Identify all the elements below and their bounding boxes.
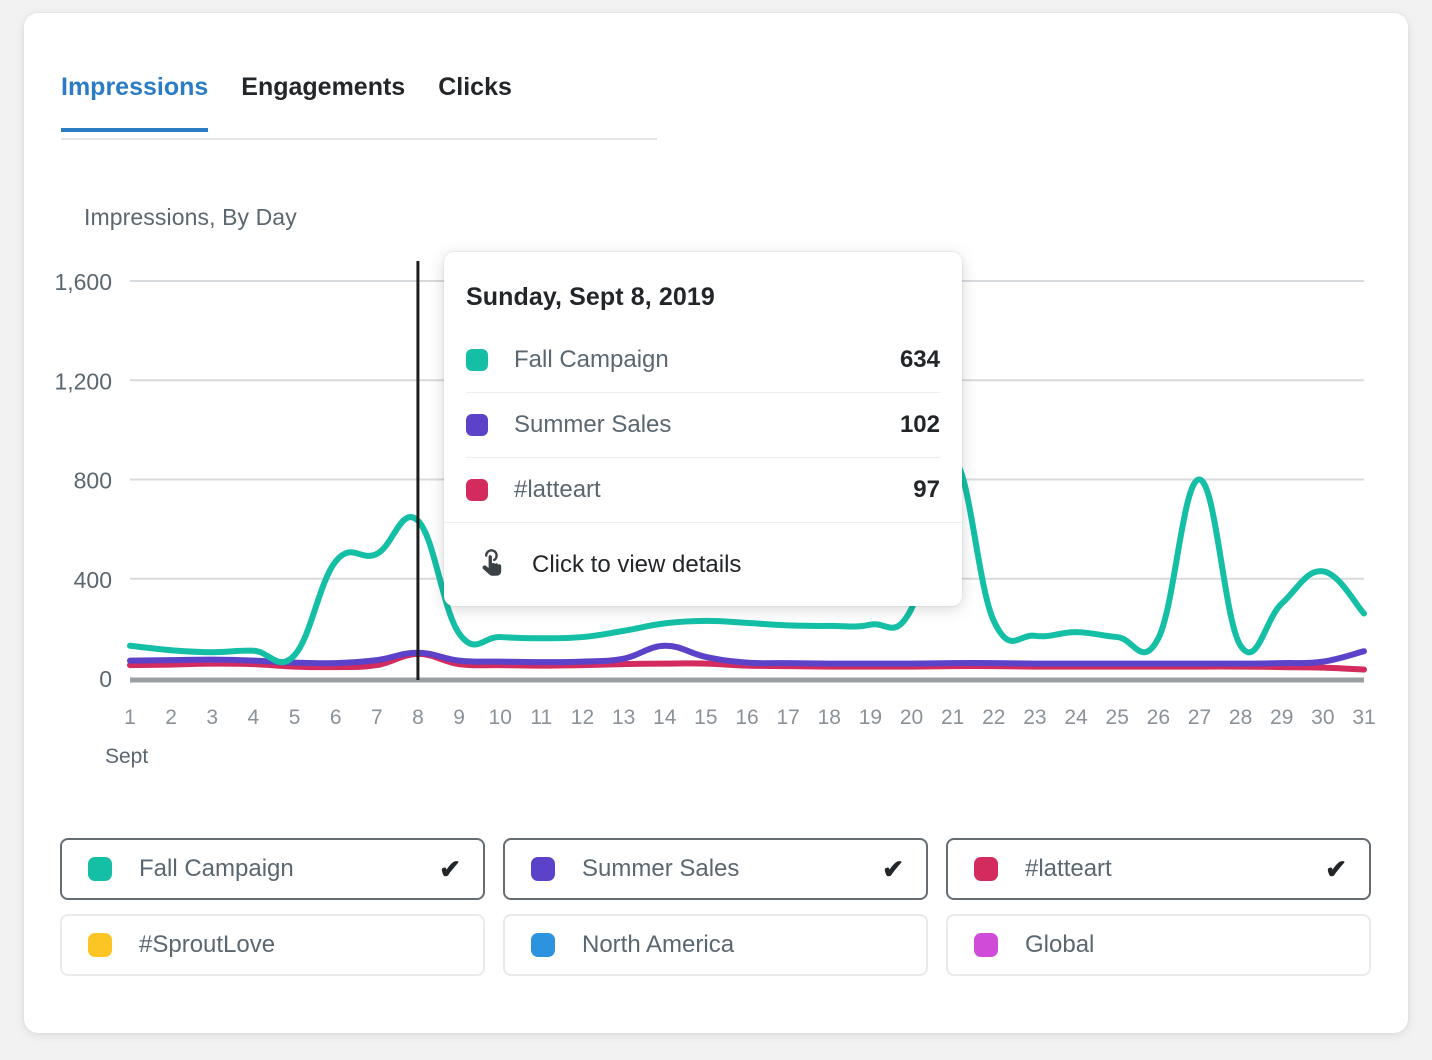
tooltip-series-value: 634 [900, 346, 940, 374]
x-axis-tick-label: 3 [206, 706, 218, 729]
x-axis-tick-label: 13 [612, 706, 635, 729]
legend-item-label: Fall Campaign [139, 855, 439, 883]
x-axis-tick-label: 9 [453, 706, 465, 729]
tooltip-title: Sunday, Sept 8, 2019 [444, 252, 962, 312]
tooltip-row: Fall Campaign 634 [466, 328, 940, 393]
x-axis-tick-label: 20 [900, 706, 923, 729]
x-axis-tick-label: 5 [289, 706, 301, 729]
x-axis-tick-label: 1 [124, 706, 136, 729]
y-axis-tick-label: 1,600 [54, 269, 112, 295]
legend-item-label: North America [582, 931, 904, 959]
legend-item-label: Summer Sales [582, 855, 882, 883]
checkmark-icon: ✔ [439, 856, 461, 882]
tooltip-series-name: #latteart [514, 476, 913, 504]
series-legend: Fall Campaign ✔ Summer Sales ✔ #latteart… [60, 838, 1371, 976]
x-axis-tick-label: 18 [818, 706, 841, 729]
x-axis-tick-label: 23 [1023, 706, 1046, 729]
y-axis-tick-label: 800 [74, 468, 112, 494]
x-axis-tick-label: 2 [165, 706, 177, 729]
legend-item-summer-sales[interactable]: Summer Sales ✔ [503, 838, 928, 900]
x-axis-tick-label: 22 [982, 706, 1005, 729]
checkmark-icon: ✔ [1325, 856, 1347, 882]
y-axis-tick-label: 0 [99, 666, 112, 692]
x-axis-tick-label: 7 [371, 706, 383, 729]
x-axis-tick-label: 31 [1352, 706, 1375, 729]
x-axis-tick-label: 17 [776, 706, 799, 729]
tooltip-series-value: 102 [900, 411, 940, 439]
x-axis-month-label: Sept [105, 745, 148, 768]
tap-click-icon [476, 549, 506, 581]
tooltip-row: #latteart 97 [466, 458, 940, 522]
x-axis-tick-label: 24 [1064, 706, 1088, 729]
tooltip-series-name: Summer Sales [514, 411, 900, 439]
x-axis-tick-label: 15 [694, 706, 717, 729]
tooltip-row: Summer Sales 102 [466, 393, 940, 458]
x-axis-tick-label: 14 [653, 706, 677, 729]
x-axis-tick-label: 12 [571, 706, 594, 729]
x-axis-tick-label: 6 [330, 706, 342, 729]
y-axis-tick-label: 400 [74, 567, 112, 593]
x-axis-tick-label: 19 [859, 706, 882, 729]
tooltip-footer-label: Click to view details [532, 551, 741, 579]
x-axis-tick-label: 21 [941, 706, 964, 729]
series-swatch-icon [466, 349, 488, 371]
series-swatch-icon [531, 933, 555, 957]
x-axis-tick-label: 29 [1270, 706, 1293, 729]
series-swatch-icon [974, 933, 998, 957]
checkmark-icon: ✔ [882, 856, 904, 882]
x-axis-tick-label: 8 [412, 706, 424, 729]
series-swatch-icon [88, 857, 112, 881]
series-swatch-icon [974, 857, 998, 881]
y-axis-tick-label: 1,200 [54, 368, 112, 394]
x-axis-tick-label: 4 [248, 706, 260, 729]
x-axis-tick-label: 16 [735, 706, 758, 729]
legend-item-label: #latteart [1025, 855, 1325, 883]
series-swatch-icon [531, 857, 555, 881]
legend-item-fall-campaign[interactable]: Fall Campaign ✔ [60, 838, 485, 900]
x-axis-tick-label: 11 [530, 706, 552, 729]
tooltip-series-name: Fall Campaign [514, 346, 900, 374]
x-axis-tick-label: 27 [1188, 706, 1211, 729]
x-axis-tick-label: 10 [489, 706, 512, 729]
x-axis-tick-label: 26 [1147, 706, 1170, 729]
legend-item-north-america[interactable]: North America [503, 914, 928, 976]
x-axis-tick-label: 28 [1229, 706, 1252, 729]
tooltip-series-value: 97 [913, 476, 940, 504]
series-line-summer-sales [130, 646, 1364, 664]
tooltip-view-details-action[interactable]: Click to view details [444, 522, 962, 606]
legend-item-label: Global [1025, 931, 1347, 959]
tooltip-rows: Fall Campaign 634 Summer Sales 102 #latt… [444, 328, 962, 522]
legend-item-label: #SproutLove [139, 931, 461, 959]
series-swatch-icon [466, 479, 488, 501]
x-axis-tick-label: 25 [1106, 706, 1129, 729]
legend-item-latteart[interactable]: #latteart ✔ [946, 838, 1371, 900]
x-axis-tick-label: 30 [1311, 706, 1334, 729]
legend-item-global[interactable]: Global [946, 914, 1371, 976]
series-swatch-icon [466, 414, 488, 436]
chart-tooltip: Sunday, Sept 8, 2019 Fall Campaign 634 S… [444, 252, 962, 606]
legend-item-sproutlove[interactable]: #SproutLove [60, 914, 485, 976]
series-swatch-icon [88, 933, 112, 957]
